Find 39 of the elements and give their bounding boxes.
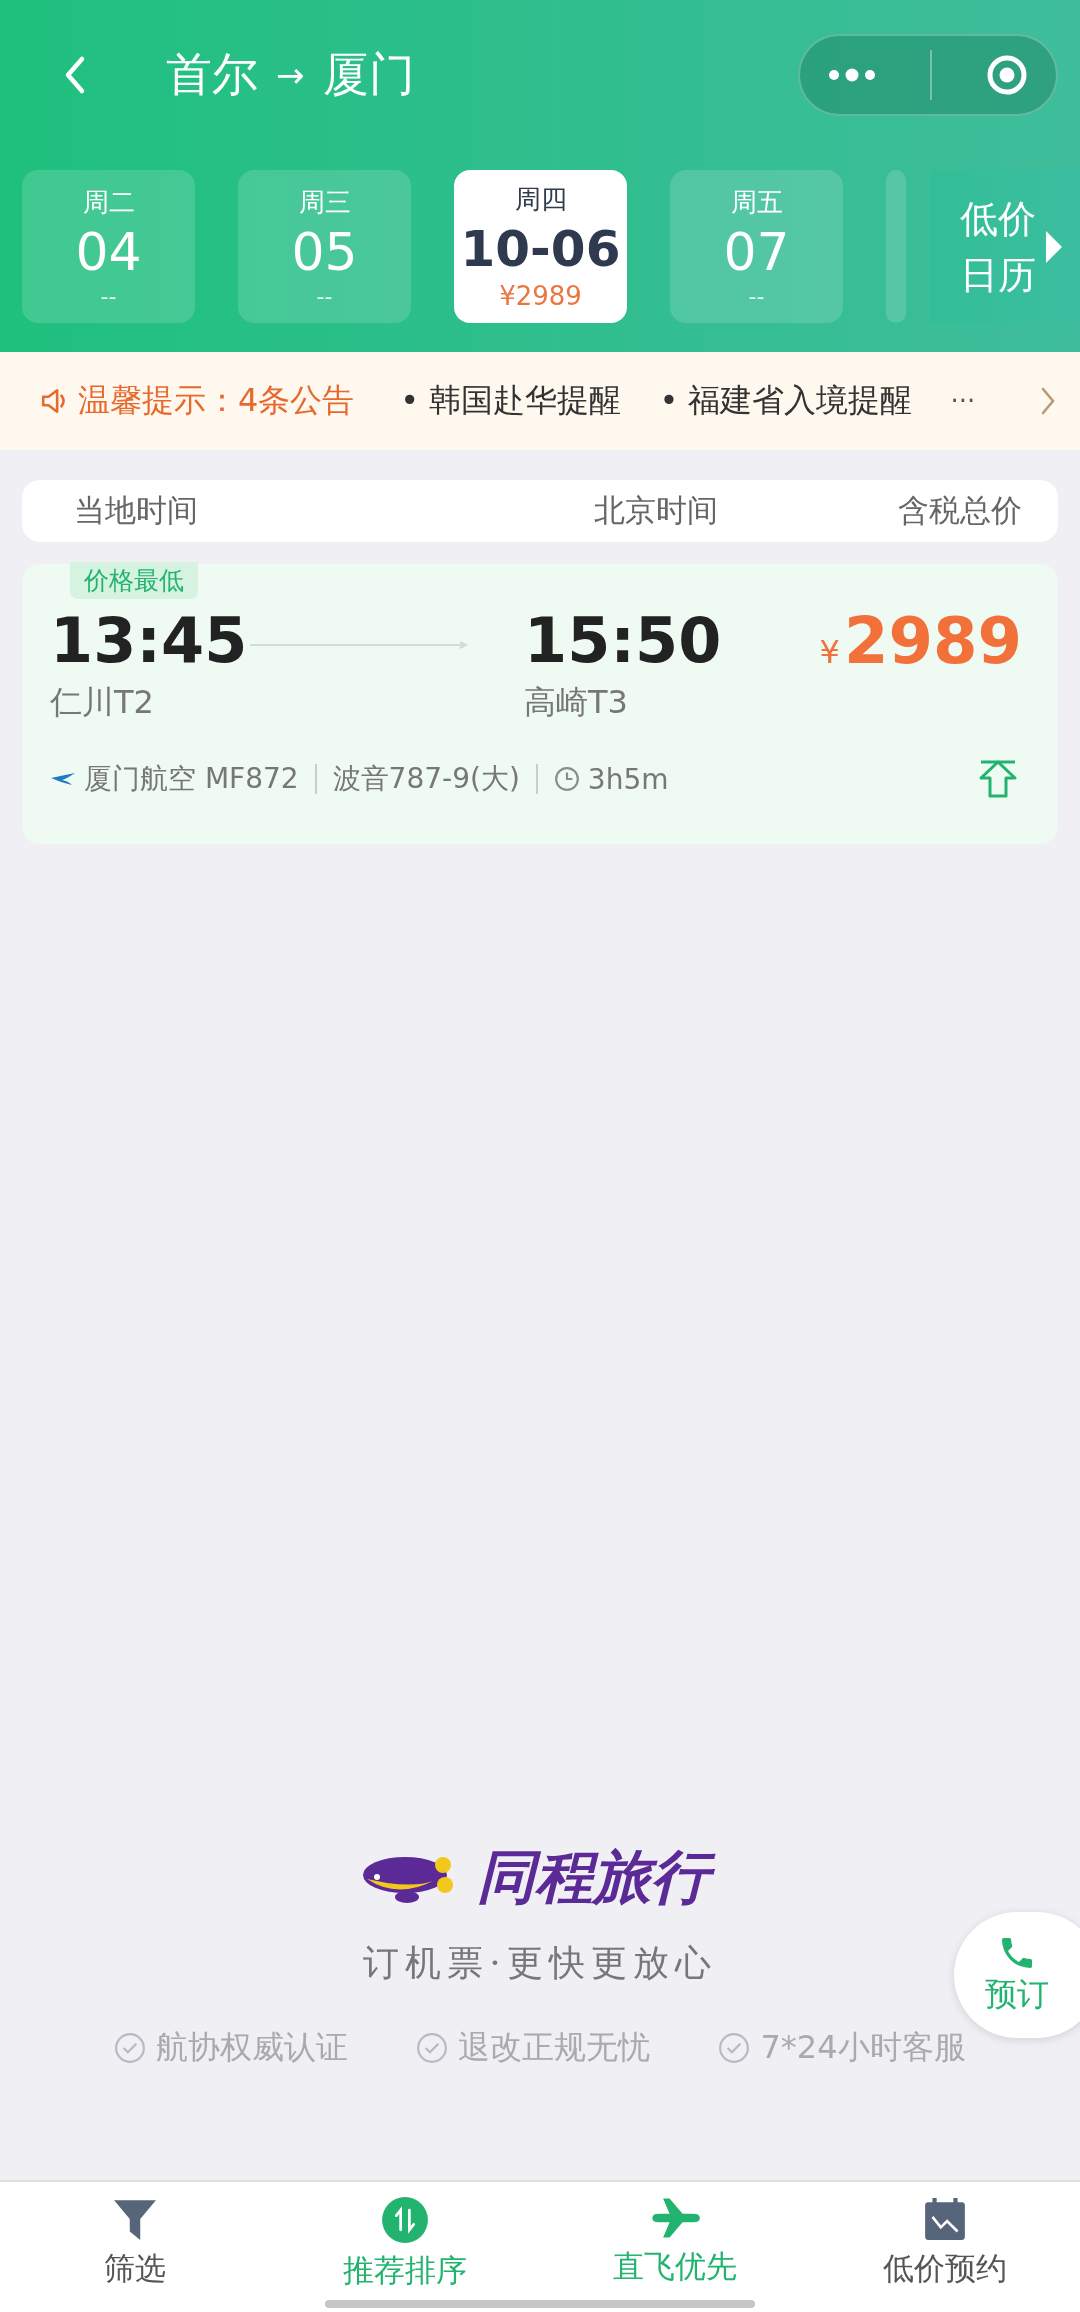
nav-item[interactable]: 筛选 xyxy=(0,2196,270,2290)
column-header: 北京时间 xyxy=(594,491,718,530)
clock-icon xyxy=(553,766,580,792)
check-circle-icon xyxy=(416,2032,449,2064)
airline-flight-number: 厦门航空 MF872 xyxy=(84,761,299,797)
calendar-icon xyxy=(922,2196,968,2242)
triangle-icon xyxy=(1044,228,1064,265)
notice-title: 温馨提示：4条公告 xyxy=(78,380,355,421)
column-header: 当地时间 xyxy=(74,491,198,530)
bird-logo-icon xyxy=(50,772,76,786)
flight-price: ¥2989 xyxy=(819,605,1022,680)
origin-city: 首尔 xyxy=(166,46,258,103)
notice-item[interactable]: • 韩国赴华提醒 xyxy=(400,379,622,423)
share-arrow-icon[interactable] xyxy=(978,759,1018,799)
brand-slogan: 订机票·更快更放心 xyxy=(363,1941,717,1985)
notice-item[interactable]: • 福建省入境提醒 xyxy=(659,379,913,423)
check-circle-icon xyxy=(114,2032,147,2064)
departure-airport: 仁川T2 xyxy=(50,682,155,723)
sort-icon xyxy=(381,2196,429,2244)
brand-name: 同程旅行 xyxy=(473,1837,723,1917)
column-header: 含税总价 xyxy=(898,491,1022,530)
route-arrow: → xyxy=(276,55,305,95)
aircraft-type: 波音787-9(大) xyxy=(332,761,520,797)
nav-item[interactable]: 低价预约 xyxy=(810,2196,1080,2290)
date-tab[interactable]: 周四 10-06 ¥2989 xyxy=(454,170,627,323)
arrival-airport: 高崎T3 xyxy=(524,682,629,723)
arrival-time: 15:50 xyxy=(524,605,723,677)
flight-card[interactable]: 价格最低 13:45 仁川T2 15:50 高崎T3 ¥2989 厦门航空 MF872 波音787-9(大) 3h5m xyxy=(22,564,1058,844)
more-icon[interactable] xyxy=(826,68,877,82)
guarantee-label: 退改正规无忧 xyxy=(458,2027,651,2068)
lowest-price-tag: 价格最低 xyxy=(70,562,198,599)
destination-city: 厦门 xyxy=(322,46,415,103)
notice-bar[interactable]: 温馨提示：4条公告 • 韩国赴华提醒 • 福建省入境提醒 ··· xyxy=(0,352,1080,450)
guarantee-label: 航协权威认证 xyxy=(156,2027,349,2068)
check-circle-icon xyxy=(718,2032,751,2064)
flight-duration: 3h5m xyxy=(587,762,669,796)
departure-time: 13:45 xyxy=(50,605,249,677)
chevron-right-icon xyxy=(1040,386,1056,416)
more-ellipsis: ··· xyxy=(950,386,976,416)
